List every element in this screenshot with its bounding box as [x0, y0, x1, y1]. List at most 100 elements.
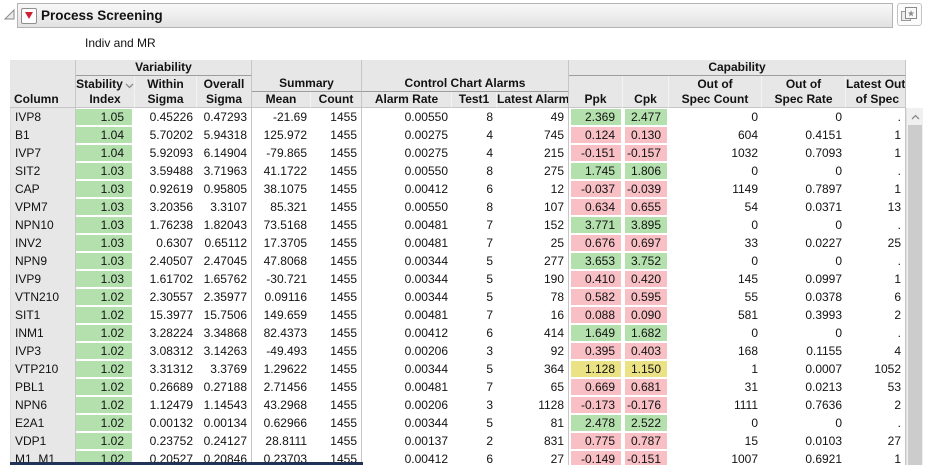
col-header-within-line1[interactable]: Within — [135, 76, 197, 92]
cell-column[interactable]: SIT2 — [10, 162, 76, 180]
cell-count[interactable]: 1455 — [311, 360, 362, 378]
cell-cpk[interactable]: 0.090 — [623, 306, 669, 324]
cell-test1[interactable]: 7 — [452, 234, 497, 252]
cell-latest-oos[interactable]: . — [846, 252, 906, 270]
cell-cpk[interactable]: -0.176 — [623, 396, 669, 414]
cell-stability-index[interactable]: 1.03 — [76, 180, 135, 198]
cell-stability-index[interactable]: 1.02 — [76, 378, 135, 396]
cell-column[interactable]: SIT1 — [10, 306, 76, 324]
cell-count[interactable]: 1455 — [311, 306, 362, 324]
cell-overall-sigma[interactable]: 0.65112 — [197, 234, 252, 252]
cell-oos-count[interactable]: 0 — [669, 216, 762, 234]
cell-oos-count[interactable]: 0 — [669, 252, 762, 270]
cell-latest-alarm[interactable]: 745 — [497, 126, 569, 144]
cell-latest-oos[interactable]: . — [846, 108, 906, 126]
cell-oos-rate[interactable]: 0 — [762, 108, 846, 126]
cell-count[interactable]: 1455 — [311, 108, 362, 126]
cell-column[interactable]: VTP210 — [10, 360, 76, 378]
cell-oos-rate[interactable]: 0.0997 — [762, 270, 846, 288]
cell-test1[interactable]: 6 — [452, 180, 497, 198]
cell-oos-rate[interactable]: 0 — [762, 414, 846, 432]
cell-latest-alarm[interactable]: 364 — [497, 360, 569, 378]
cell-ppk[interactable]: 1.128 — [569, 360, 623, 378]
cell-oos-count[interactable]: 581 — [669, 306, 762, 324]
cell-count[interactable]: 1455 — [311, 144, 362, 162]
cell-count[interactable]: 1455 — [311, 216, 362, 234]
cell-stability-index[interactable]: 1.03 — [76, 162, 135, 180]
cell-cpk[interactable]: -0.157 — [623, 144, 669, 162]
cell-ppk[interactable]: 1.745 — [569, 162, 623, 180]
cell-oos-count[interactable]: 1007 — [669, 450, 762, 465]
cell-overall-sigma[interactable]: 0.00134 — [197, 414, 252, 432]
cell-latest-alarm[interactable]: 27 — [497, 450, 569, 465]
cell-within-sigma[interactable]: 5.70202 — [135, 126, 197, 144]
cell-mean[interactable]: 125.972 — [252, 126, 311, 144]
cell-stability-index[interactable]: 1.03 — [76, 216, 135, 234]
cell-latest-oos[interactable]: 1 — [846, 126, 906, 144]
cell-overall-sigma[interactable]: 2.47045 — [197, 252, 252, 270]
cell-test1[interactable]: 7 — [452, 378, 497, 396]
col-header-latest-alarm[interactable]: Latest Alarm — [497, 92, 569, 108]
cell-oos-count[interactable]: 0 — [669, 324, 762, 342]
cell-oos-rate[interactable]: 0 — [762, 252, 846, 270]
cell-latest-oos[interactable]: 1 — [846, 270, 906, 288]
cell-stability-index[interactable]: 1.02 — [76, 306, 135, 324]
cell-oos-rate[interactable]: 0.0227 — [762, 234, 846, 252]
col-header-column[interactable]: Column — [10, 92, 76, 108]
cell-alarm-rate[interactable]: 0.00412 — [362, 450, 452, 465]
cell-oos-count[interactable]: 1 — [669, 360, 762, 378]
cell-alarm-rate[interactable]: 0.00344 — [362, 288, 452, 306]
cell-test1[interactable]: 8 — [452, 162, 497, 180]
cell-alarm-rate[interactable]: 0.00275 — [362, 144, 452, 162]
cell-mean[interactable]: 85.321 — [252, 198, 311, 216]
cell-count[interactable]: 1455 — [311, 324, 362, 342]
cell-oos-rate[interactable]: 0 — [762, 162, 846, 180]
cell-oos-count[interactable]: 604 — [669, 126, 762, 144]
cell-ppk[interactable]: 0.582 — [569, 288, 623, 306]
cell-oos-count[interactable]: 1032 — [669, 144, 762, 162]
cell-alarm-rate[interactable]: 0.00481 — [362, 234, 452, 252]
cell-oos-rate[interactable]: 0.0213 — [762, 378, 846, 396]
cell-oos-count[interactable]: 1111 — [669, 396, 762, 414]
cell-oos-count[interactable]: 54 — [669, 198, 762, 216]
cell-alarm-rate[interactable]: 0.00344 — [362, 414, 452, 432]
cell-test1[interactable]: 2 — [452, 432, 497, 450]
col-header-test1[interactable]: Test1 — [452, 92, 497, 108]
cell-count[interactable]: 1455 — [311, 378, 362, 396]
cell-stability-index[interactable]: 1.02 — [76, 396, 135, 414]
cell-stability-index[interactable]: 1.03 — [76, 234, 135, 252]
cell-latest-alarm[interactable]: 190 — [497, 270, 569, 288]
cell-oos-rate[interactable]: 0 — [762, 216, 846, 234]
cell-oos-count[interactable]: 33 — [669, 234, 762, 252]
cell-column[interactable]: INV2 — [10, 234, 76, 252]
cell-overall-sigma[interactable]: 5.94318 — [197, 126, 252, 144]
scrollbar-thumb[interactable] — [908, 125, 922, 465]
cell-within-sigma[interactable]: 1.61702 — [135, 270, 197, 288]
cell-column[interactable]: NPN6 — [10, 396, 76, 414]
col-header-oos-count-line2[interactable]: Spec Count — [669, 92, 762, 108]
cell-latest-alarm[interactable]: 78 — [497, 288, 569, 306]
cell-oos-count[interactable]: 1149 — [669, 180, 762, 198]
cell-oos-rate[interactable]: 0.7897 — [762, 180, 846, 198]
cell-stability-index[interactable]: 1.03 — [76, 198, 135, 216]
cell-stability-index[interactable]: 1.03 — [76, 252, 135, 270]
cell-count[interactable]: 1455 — [311, 126, 362, 144]
cell-within-sigma[interactable]: 0.26689 — [135, 378, 197, 396]
cell-test1[interactable]: 3 — [452, 342, 497, 360]
cell-stability-index[interactable]: 1.02 — [76, 414, 135, 432]
cell-oos-rate[interactable]: 0.4151 — [762, 126, 846, 144]
cell-count[interactable]: 1455 — [311, 252, 362, 270]
cell-oos-count[interactable]: 0 — [669, 162, 762, 180]
cell-cpk[interactable]: 0.403 — [623, 342, 669, 360]
cell-oos-count[interactable]: 0 — [669, 414, 762, 432]
cell-test1[interactable]: 8 — [452, 198, 497, 216]
cell-column[interactable]: IVP8 — [10, 108, 76, 126]
cell-count[interactable]: 1455 — [311, 270, 362, 288]
cell-within-sigma[interactable]: 2.30557 — [135, 288, 197, 306]
cell-ppk[interactable]: -0.149 — [569, 450, 623, 465]
cell-ppk[interactable]: 1.649 — [569, 324, 623, 342]
cell-within-sigma[interactable]: 15.3977 — [135, 306, 197, 324]
col-header-oos-count-line1[interactable]: Out of — [669, 76, 762, 92]
cell-latest-oos[interactable]: 2 — [846, 306, 906, 324]
cell-test1[interactable]: 7 — [452, 306, 497, 324]
